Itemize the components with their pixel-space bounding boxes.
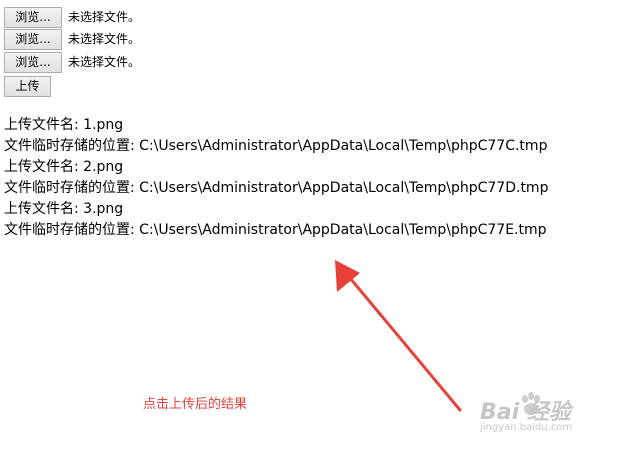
watermark-url: jingyan.baidu.com [480,422,573,433]
annotation-caption: 点击上传后的结果 [143,397,248,412]
result-filename-2: 上传文件名: 2.png [4,159,124,175]
file-input-1[interactable]: 浏览... 未选择文件。 [4,7,140,28]
result-filename-1: 上传文件名: 1.png [4,117,124,133]
browse-button-1[interactable]: 浏览... [4,7,62,28]
file-status-3: 未选择文件。 [68,55,141,69]
upload-results: 上传文件名: 1.png 文件临时存储的位置: C:\Users\Adminis… [4,115,636,241]
browse-button-3[interactable]: 浏览... [4,52,62,73]
result-temp-path-3: 文件临时存储的位置: C:\Users\Administrator\AppDat… [4,222,547,238]
upload-button[interactable]: 上传 [4,76,51,97]
browse-button-2[interactable]: 浏览... [4,29,62,50]
file-status-1: 未选择文件。 [68,10,141,24]
file-input-2[interactable]: 浏览... 未选择文件。 [4,29,140,50]
result-temp-path-2: 文件临时存储的位置: C:\Users\Administrator\AppDat… [4,180,549,196]
file-input-3[interactable]: 浏览... 未选择文件。 [4,52,140,73]
baidu-watermark: Bai 经验 jingyan.baidu.com [480,391,610,437]
file-status-2: 未选择文件。 [68,32,141,46]
result-temp-path-1: 文件临时存储的位置: C:\Users\Administrator\AppDat… [4,138,548,154]
result-filename-3: 上传文件名: 3.png [4,201,124,217]
